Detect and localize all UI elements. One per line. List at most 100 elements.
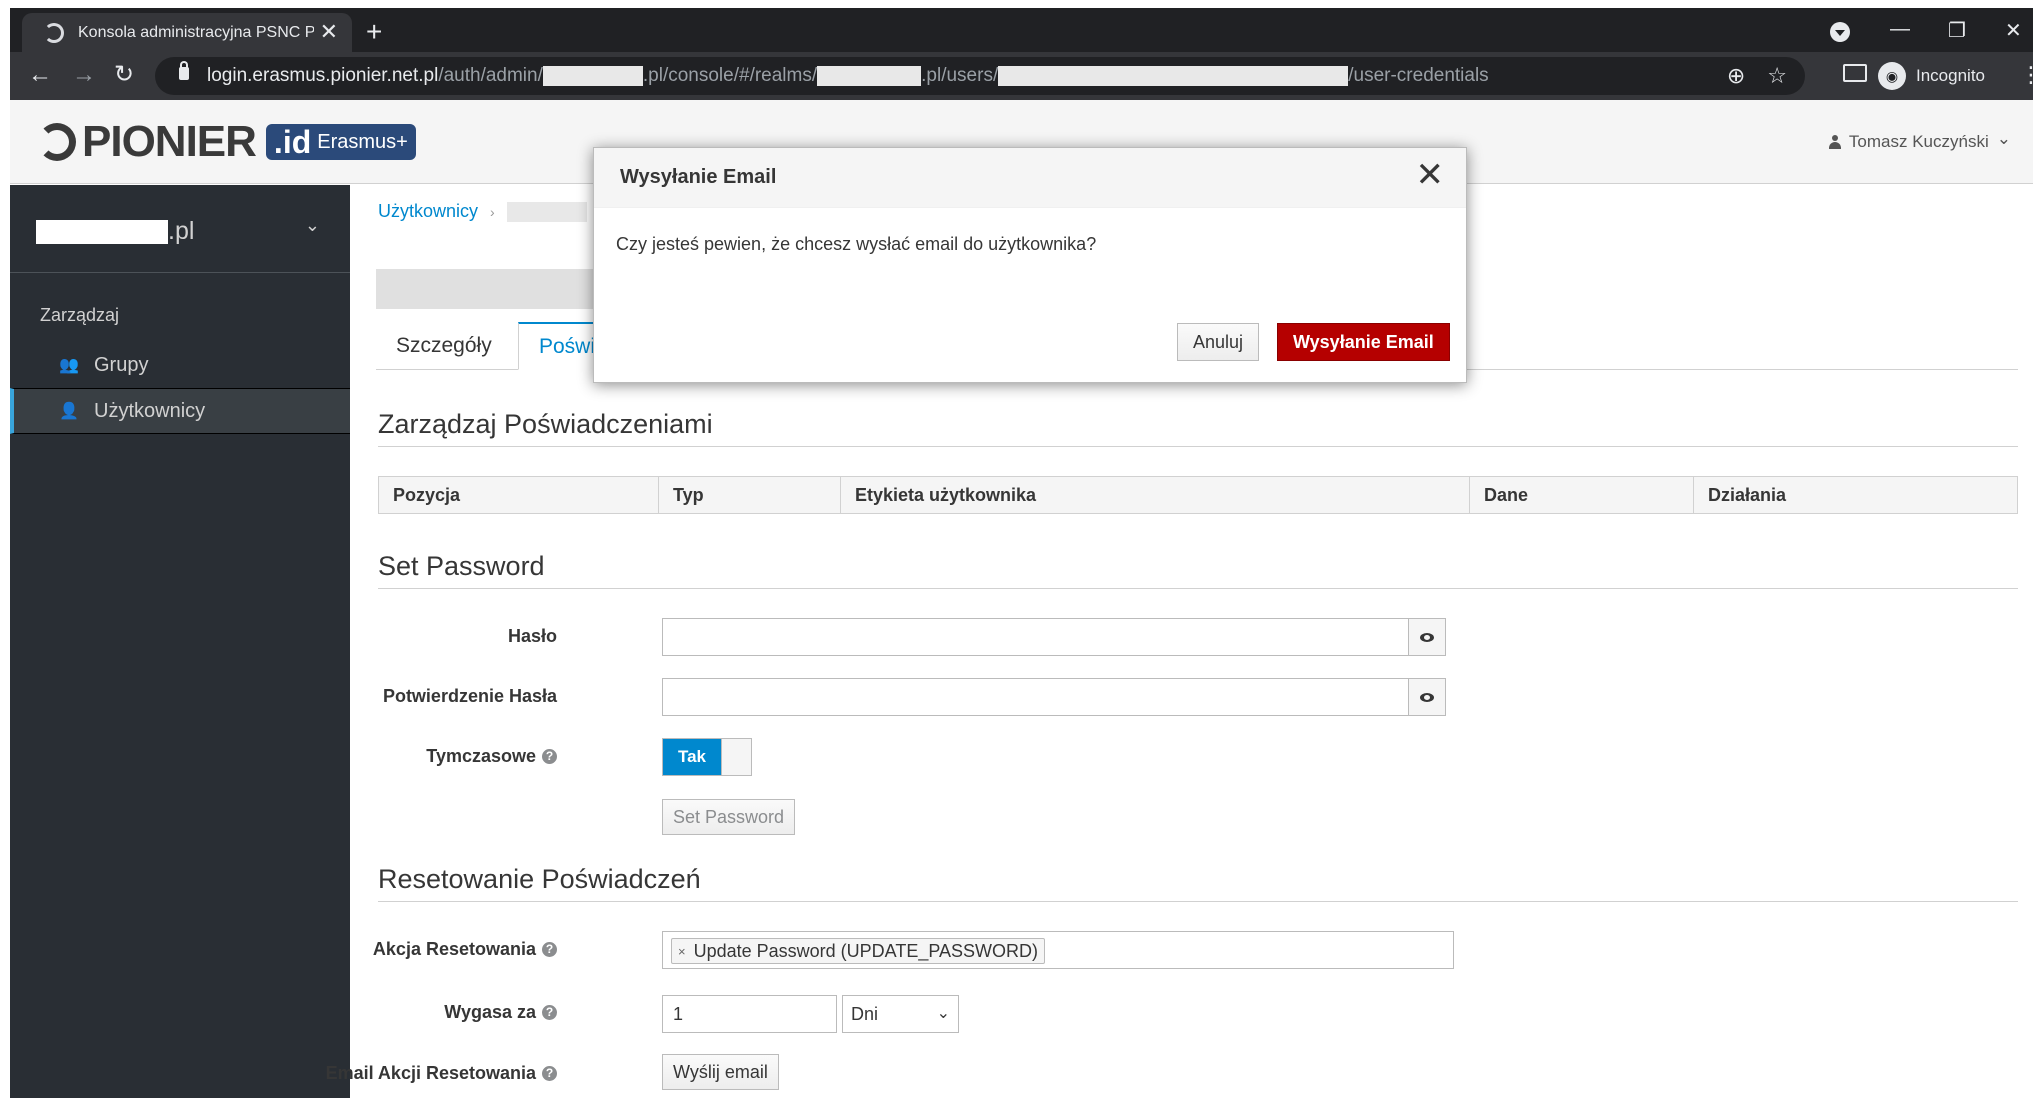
confirm-password-label: Potwierdzenie Hasła (383, 686, 557, 707)
help-icon[interactable]: ? (542, 749, 557, 764)
new-tab-button[interactable]: + (366, 18, 382, 46)
column-header: Działania (1708, 484, 1787, 505)
divider (378, 588, 2018, 589)
url-path-2: .pl/console/#/realms/ (642, 65, 818, 86)
pionier-logo-icon (38, 123, 76, 161)
incognito-label: Incognito (1916, 66, 1985, 85)
url-path-4: /user-credentials (1348, 65, 1489, 86)
temporary-label: Tymczasowe ? (426, 746, 557, 767)
expires-unit-value: Dni (851, 1003, 879, 1024)
restore-icon[interactable]: ❐ (1948, 18, 1966, 43)
send-email-button[interactable]: Wyślij email (662, 1054, 779, 1090)
confirm-password-input[interactable] (662, 678, 1409, 716)
browser-chrome: Konsola administracyjna PSNC Pa ✕ + — ❐ … (10, 8, 2033, 100)
realm-name: .pl (36, 217, 194, 246)
redacted-block (817, 66, 922, 86)
tab-details[interactable]: Szczegóły (376, 322, 512, 370)
address-bar[interactable]: login.erasmus.pionier.net.pl /auth/admin… (155, 57, 1805, 95)
browser-tab[interactable]: Konsola administracyjna PSNC Pa ✕ (22, 13, 352, 52)
chevron-down-icon: ⌄ (936, 1005, 950, 1022)
back-icon[interactable]: ← (28, 61, 52, 89)
sidebar-item-users[interactable]: 👤 Użytkownicy (10, 388, 350, 434)
manage-credentials-title: Zarządzaj Poświadczeniami (378, 409, 713, 439)
incognito-icon: ◉ (1878, 62, 1906, 90)
expires-label-text: Wygasa za (444, 1002, 536, 1022)
cancel-button[interactable]: Anuluj (1177, 323, 1260, 361)
redacted-block (542, 66, 643, 86)
confirm-password-label-text: Potwierdzenie Hasła (382, 686, 557, 706)
sidebar-item-label: Użytkownicy (94, 399, 206, 422)
tab-title: Konsola administracyjna PSNC Pa (78, 24, 314, 41)
divider (378, 901, 2018, 902)
show-password-button[interactable] (1408, 618, 1446, 656)
sidebar-item-label: Grupy (94, 353, 149, 376)
chevron-down-icon: ⌄ (304, 215, 320, 235)
redacted-block (36, 219, 168, 244)
browser-toolbar: ← → ↻ login.erasmus.pionier.net.pl /auth… (10, 52, 2033, 100)
sidebar-item-groups[interactable]: 👥 Grupy (10, 342, 350, 388)
confirm-send-email-button[interactable]: Wysyłanie Email (1277, 323, 1450, 361)
user-icon (1828, 135, 1841, 149)
tab-strip: Konsola administracyjna PSNC Pa ✕ + — ❐ … (10, 8, 2033, 52)
breadcrumb: Użytkownicy › (378, 201, 587, 222)
user-menu[interactable]: Tomasz Kuczyński ⌄ (1828, 129, 2011, 152)
breadcrumb-separator: › (490, 203, 495, 220)
lock-icon (179, 61, 189, 80)
column-header: Dane (1470, 477, 1694, 513)
sidebar: .pl ⌄ Zarządzaj 👥 Grupy 👤 Użytkownicy (10, 185, 350, 1098)
chevron-down-icon: ⌄ (1996, 129, 2011, 148)
cast-icon[interactable] (1843, 64, 1867, 82)
url-path-1: /auth/admin/ (438, 65, 543, 86)
eye-icon (1420, 692, 1434, 702)
close-icon[interactable]: ✕ (1416, 158, 1445, 192)
expires-label: Wygasa za ? (444, 1002, 557, 1023)
temporary-toggle[interactable]: Tak (662, 738, 752, 776)
redacted-block (998, 66, 1349, 86)
minimize-icon[interactable]: — (1890, 18, 1910, 41)
reset-action-label-text: Akcja Resetowania (372, 939, 536, 959)
browser-menu-icon[interactable]: ⋮ (2020, 62, 2033, 88)
omnibox-icons: ⊕ ☆ (1727, 63, 1787, 89)
incognito-indicator[interactable]: ◉ Incognito (1878, 59, 1985, 93)
set-password-title: Set Password (378, 551, 545, 581)
column-header: Etykieta użytkownika (841, 477, 1470, 513)
reload-icon[interactable]: ↻ (114, 61, 134, 89)
password-label: Hasło (508, 626, 557, 647)
logo-erasmus: Erasmus+ (317, 130, 408, 153)
column-header: Typ (659, 477, 841, 513)
column-header: Pozycja (379, 477, 659, 513)
favicon-icon (44, 23, 64, 43)
temporary-label-text: Tymczasowe (426, 746, 536, 766)
password-input[interactable] (662, 618, 1409, 656)
reset-action-label: Akcja Resetowania ? (373, 939, 557, 960)
expires-input[interactable]: 1 (662, 995, 837, 1033)
tab-search-icon[interactable] (1830, 22, 1850, 42)
url-path-3: .pl/users/ (921, 65, 999, 86)
expires-unit-select[interactable]: Dni ⌄ (842, 995, 959, 1033)
eye-icon (1420, 632, 1434, 642)
logo-id: .id (273, 123, 312, 160)
url-text: login.erasmus.pionier.net.pl /auth/admin… (207, 65, 1489, 87)
breadcrumb-users-link[interactable]: Użytkownicy (378, 201, 478, 222)
help-icon[interactable]: ? (542, 942, 557, 957)
logo-badge: .id Erasmus+ (265, 123, 416, 160)
logo-word: PIONIER (82, 117, 257, 166)
remove-icon[interactable]: × (678, 944, 686, 959)
realm-suffix: .pl (168, 217, 195, 245)
help-icon[interactable]: ? (542, 1066, 557, 1081)
reset-action-select[interactable]: × Update Password (UPDATE_PASSWORD) (662, 931, 1454, 969)
send-email-modal: Wysyłanie Email ✕ Czy jesteś pewien, że … (593, 147, 1467, 383)
realm-selector[interactable]: .pl ⌄ (10, 185, 350, 273)
tab-close-icon[interactable]: ✕ (320, 19, 338, 45)
set-password-button[interactable]: Set Password (662, 799, 796, 835)
forward-icon[interactable]: → (72, 61, 96, 89)
screen-frame-top (0, 0, 2033, 8)
zoom-icon[interactable]: ⊕ (1727, 63, 1745, 89)
bookmark-star-icon[interactable]: ☆ (1767, 63, 1787, 89)
users-icon: 👥 (59, 357, 79, 374)
redacted-block (506, 201, 587, 222)
show-confirm-password-button[interactable] (1408, 678, 1446, 716)
help-icon[interactable]: ? (542, 1005, 557, 1020)
pionier-logo[interactable]: PIONIER .id Erasmus+ (38, 117, 416, 166)
window-close-icon[interactable]: ✕ (2005, 18, 2022, 43)
